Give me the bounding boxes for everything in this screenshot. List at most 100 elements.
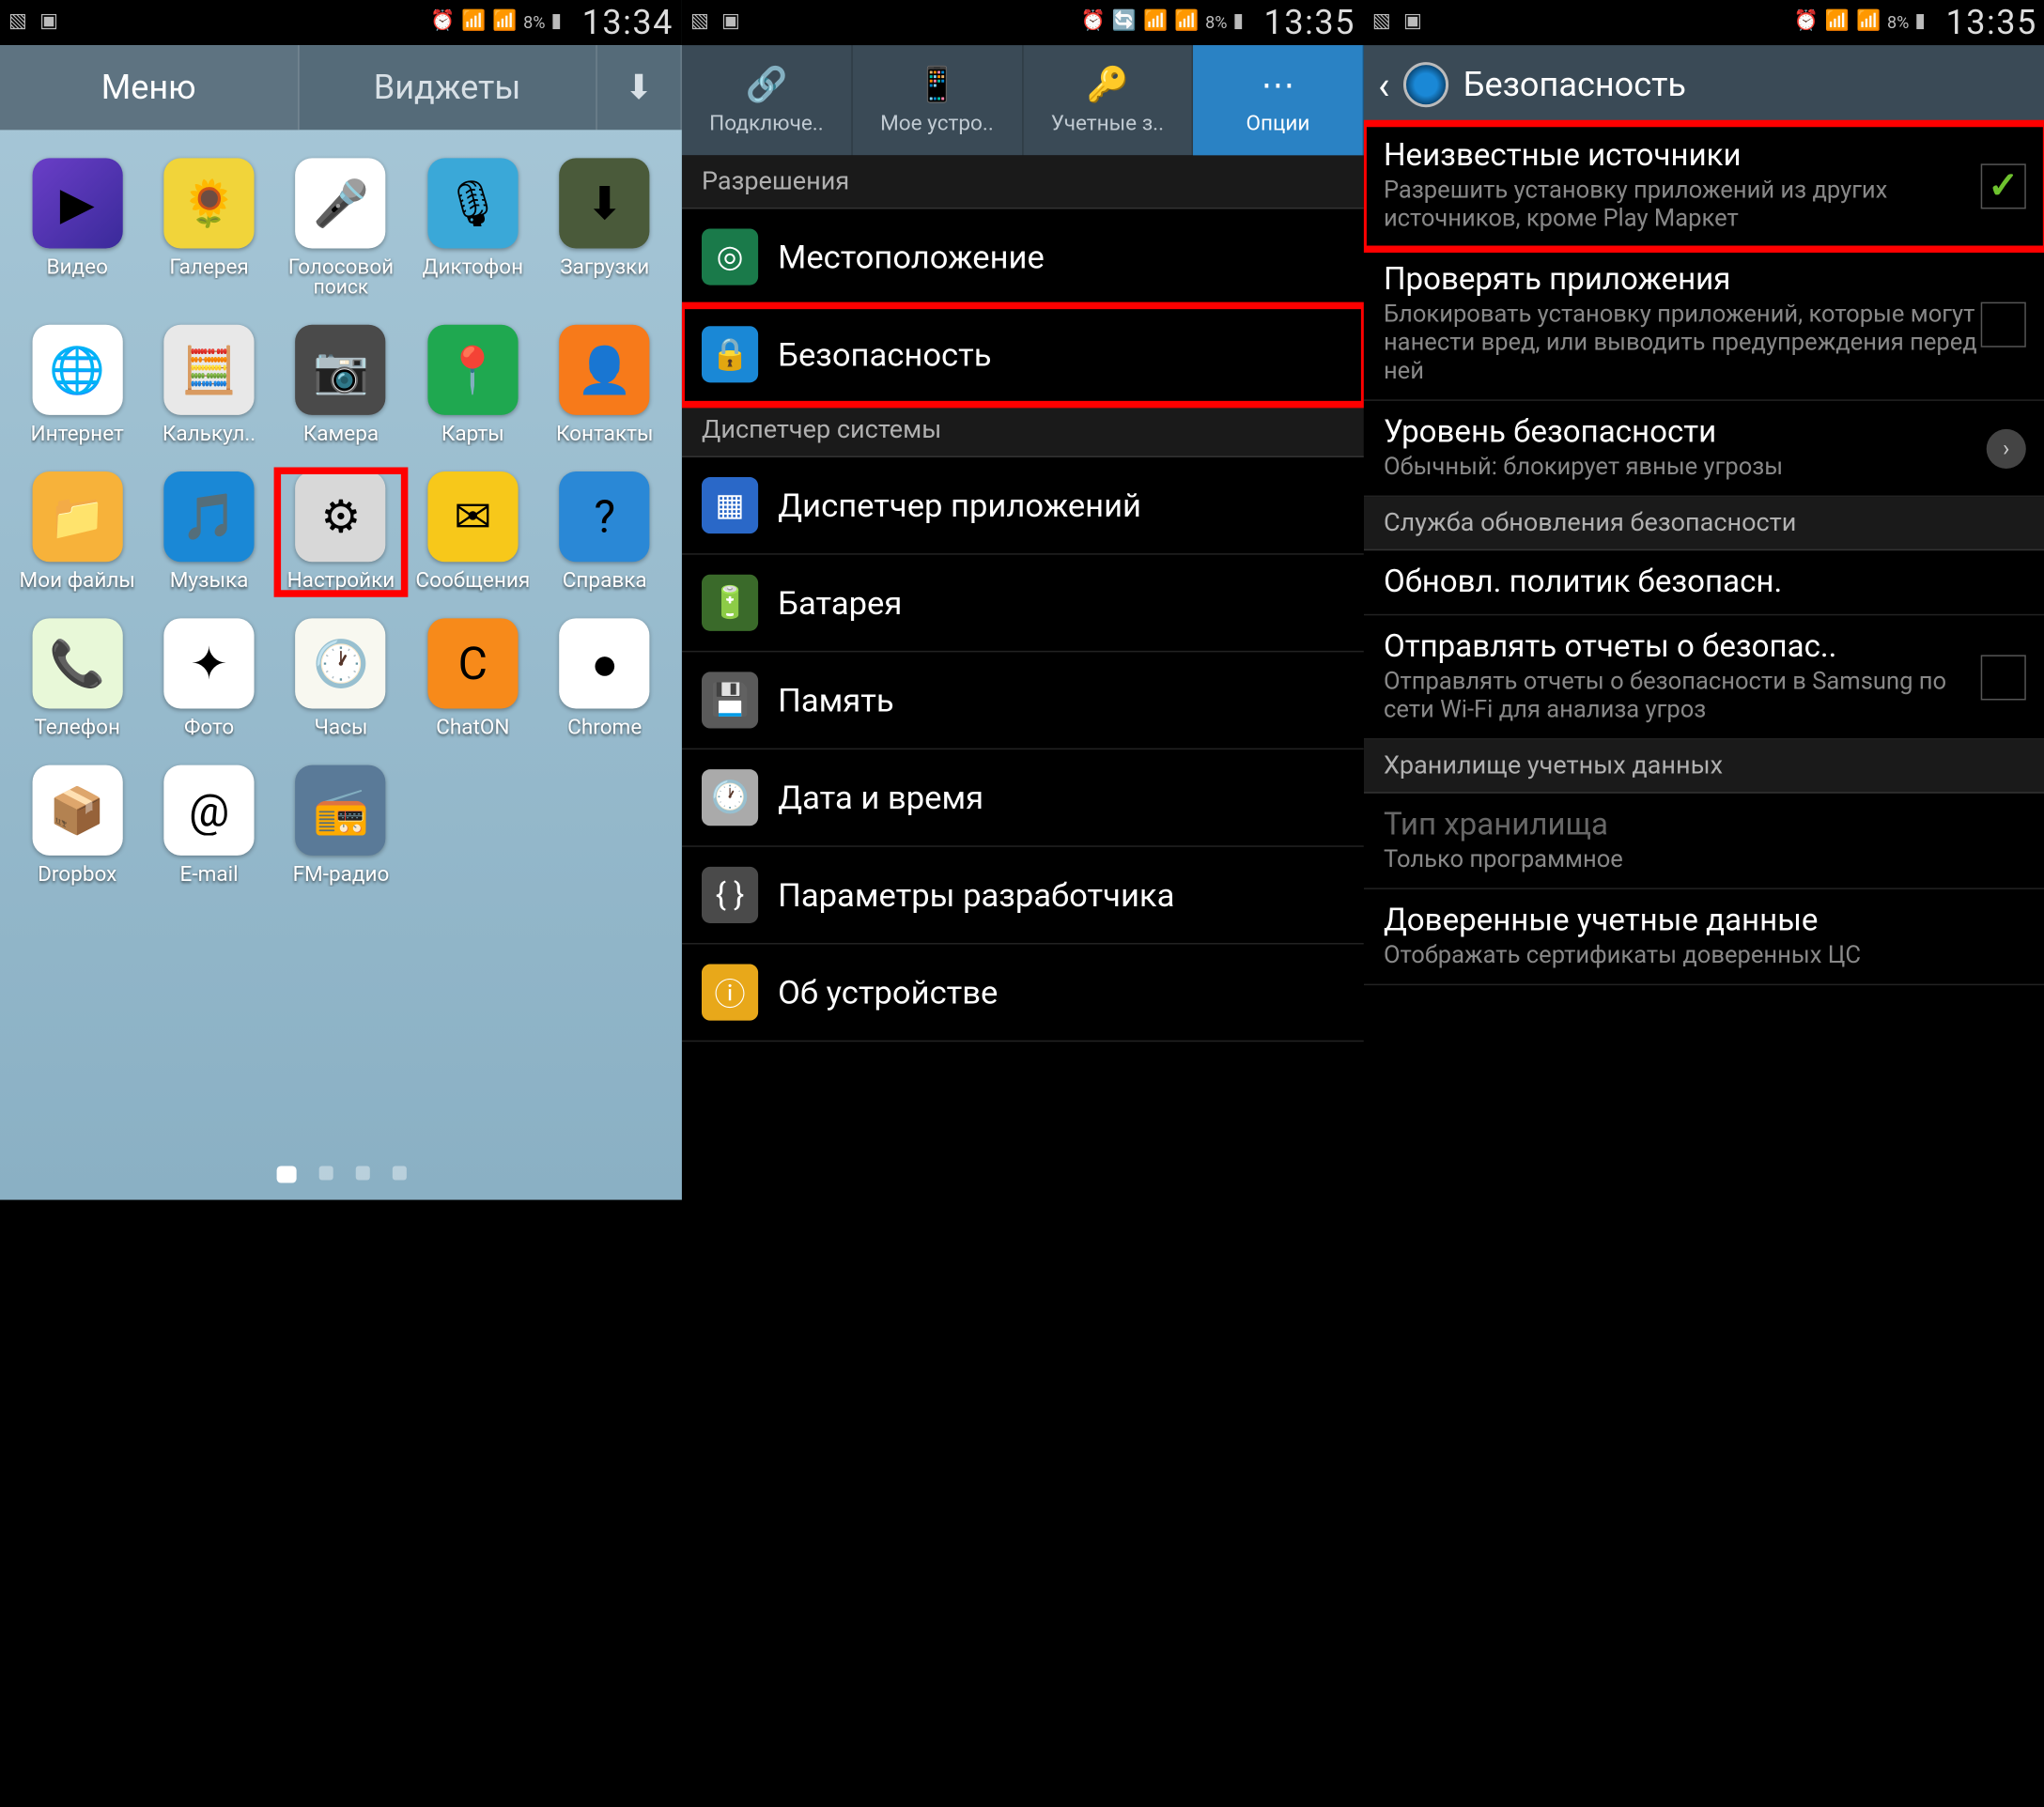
gallery-notif-icon: ▧: [1372, 10, 1398, 36]
row-label: Батарея: [778, 583, 902, 622]
page-dot[interactable]: [392, 1166, 406, 1180]
app-recorder[interactable]: 🎙Диктофон: [410, 158, 535, 299]
app-internet[interactable]: 🌐Интернет: [14, 325, 140, 446]
app-video[interactable]: ▶Видео: [14, 158, 140, 299]
tab-more[interactable]: ⋯Опции: [1193, 45, 1363, 155]
app-label: Часы: [314, 715, 367, 740]
tab-widgets[interactable]: Виджеты: [299, 45, 597, 130]
row-storage[interactable]: 💾 Память: [682, 652, 1364, 749]
row-security[interactable]: 🔒Безопасность: [682, 306, 1364, 404]
screenshot-notif-icon: ▣: [1403, 10, 1429, 36]
video-icon: ▶: [32, 158, 122, 248]
storage-icon: 💾: [702, 672, 758, 728]
drawer-tabs: Меню Виджеты ⬇: [0, 45, 682, 130]
status-bar: ▧ ▣ ⏰ 📶 📶 8% ▮ 13:34: [0, 0, 682, 45]
row-update-policy[interactable]: Обновл. политик безопасн.: [1364, 550, 2044, 615]
row-label: Безопасность: [778, 335, 991, 374]
app-label: Настройки: [287, 567, 395, 593]
app-photos[interactable]: ✦Фото: [146, 618, 271, 739]
app-dropbox[interactable]: 📦Dropbox: [14, 765, 140, 887]
tab-connections[interactable]: 🔗Подключе..: [682, 45, 852, 155]
row-location[interactable]: ◎Местоположение: [682, 208, 1364, 306]
settings-list: Разрешения◎Местоположение🔒БезопасностьДи…: [682, 155, 1364, 1042]
row-battery[interactable]: 🔋 Батарея: [682, 555, 1364, 653]
accounts-icon: 🔑: [1086, 65, 1128, 104]
messages-icon: ✉: [427, 471, 518, 562]
battery-text: 8%: [523, 13, 545, 33]
row-about[interactable]: ⓘОб устройстве: [682, 945, 1364, 1042]
camera-icon: 📷: [296, 325, 386, 415]
settings-icon: [1404, 62, 1449, 107]
tab-accounts[interactable]: 🔑Учетные з..: [1023, 45, 1193, 155]
signal-icon: 📶: [1174, 10, 1200, 36]
tab-menu[interactable]: Меню: [0, 45, 299, 130]
screenshot-notif-icon: ▣: [721, 10, 747, 36]
section-header: Хранилище учетных данных: [1364, 740, 2044, 794]
app-camera[interactable]: 📷Камера: [278, 325, 404, 446]
row-app-manager[interactable]: ▦Диспетчер приложений: [682, 457, 1364, 555]
battery-icon: 🔋: [702, 575, 758, 631]
app-label: ChatON: [436, 715, 509, 740]
row-label: Дата и время: [778, 779, 983, 817]
tab-downloads[interactable]: ⬇: [597, 45, 682, 130]
app-my-files[interactable]: 📁Мои файлы: [14, 471, 140, 593]
app-chrome[interactable]: ●Chrome: [542, 618, 668, 739]
section-header: Диспетчер системы: [682, 404, 1364, 457]
row-storage-type: Тип хранилищаТолько программное: [1364, 794, 2044, 889]
app-manager-icon: ▦: [702, 477, 758, 533]
app-fm-radio[interactable]: 📻FM-радио: [278, 765, 404, 887]
app-chaton[interactable]: CChatON: [410, 618, 535, 739]
battery-icon: ▮: [1914, 10, 1940, 36]
row-trusted-creds[interactable]: Доверенные учетные данныеОтображать серт…: [1364, 889, 2044, 985]
row-security-level[interactable]: Уровень безопасностиОбычный: блокирует я…: [1364, 401, 2044, 497]
screenshot-notif-icon: ▣: [39, 10, 65, 36]
back-icon[interactable]: ‹: [1378, 61, 1390, 108]
app-grid: ▶Видео🌻Галерея🎤Голосовойпоиск🎙Диктофон⬇З…: [0, 130, 682, 915]
row-subtitle: Отправлять отчеты о безопасности в Samsu…: [1384, 668, 1981, 724]
row-verify-apps[interactable]: Проверять приложенияБлокировать установк…: [1364, 249, 2044, 401]
calculator-icon: 🧮: [163, 325, 254, 415]
row-unknown-sources[interactable]: Неизвестные источникиРазрешить установку…: [1364, 124, 2044, 248]
more-icon: ⋯: [1261, 65, 1294, 104]
app-gallery[interactable]: 🌻Галерея: [146, 158, 271, 299]
app-email[interactable]: @E-mail: [146, 765, 271, 887]
row-subtitle: Блокировать установку приложений, которы…: [1384, 301, 1981, 385]
my-files-icon: 📁: [32, 471, 122, 562]
row-label: Память: [778, 681, 893, 719]
app-messages[interactable]: ✉Сообщения: [410, 471, 535, 593]
row-developer[interactable]: { }Параметры разработчика: [682, 847, 1364, 945]
checkbox[interactable]: [1981, 655, 2026, 700]
row-title: Доверенные учетные данные: [1384, 904, 2026, 939]
app-settings[interactable]: ⚙Настройки: [278, 471, 404, 593]
voice-search-icon: 🎤: [296, 158, 386, 248]
checkbox[interactable]: [1981, 301, 2026, 347]
app-downloads[interactable]: ⬇Загрузки: [542, 158, 668, 299]
page-dot[interactable]: [276, 1166, 296, 1182]
app-music[interactable]: 🎵Музыка: [146, 471, 271, 593]
page-dot[interactable]: [355, 1166, 369, 1180]
tab-device[interactable]: 📱Мое устро..: [852, 45, 1022, 155]
app-voice-search[interactable]: 🎤Голосовойпоиск: [278, 158, 404, 299]
page-dot[interactable]: [318, 1166, 333, 1180]
contacts-icon: 👤: [560, 325, 650, 415]
app-label: Dropbox: [38, 861, 116, 887]
screen-settings: ▧ ▣ ⏰ 🔄 📶 📶 8% ▮ 13:35 🔗Подключе.. 📱Мое …: [682, 0, 1364, 1200]
app-clock[interactable]: 🕐Часы: [278, 618, 404, 739]
chevron-right-icon: ›: [1987, 428, 2026, 468]
location-icon: ◎: [702, 228, 758, 285]
row-subtitle: Только программное: [1384, 845, 2026, 873]
checkbox[interactable]: [1981, 163, 2026, 208]
app-phone[interactable]: 📞Телефон: [14, 618, 140, 739]
screen-security: ▧ ▣ ⏰ 📶 📶 8% ▮ 13:35 ‹ Безопасность Неиз…: [1364, 0, 2044, 1200]
downloads-icon: ⬇: [560, 158, 650, 248]
app-contacts[interactable]: 👤Контакты: [542, 325, 668, 446]
app-maps[interactable]: 📍Карты: [410, 325, 535, 446]
row-date-time[interactable]: 🕐Дата и время: [682, 749, 1364, 847]
gallery-notif-icon: ▧: [8, 10, 34, 36]
app-calculator[interactable]: 🧮Калькул..: [146, 325, 271, 446]
internet-icon: 🌐: [32, 325, 122, 415]
row-subtitle: Обычный: блокирует явные угрозы: [1384, 453, 1987, 481]
app-help[interactable]: ?Справка: [542, 471, 668, 593]
app-label: поиск: [314, 277, 369, 300]
row-send-reports[interactable]: Отправлять отчеты о безопас..Отправлять …: [1364, 615, 2044, 739]
